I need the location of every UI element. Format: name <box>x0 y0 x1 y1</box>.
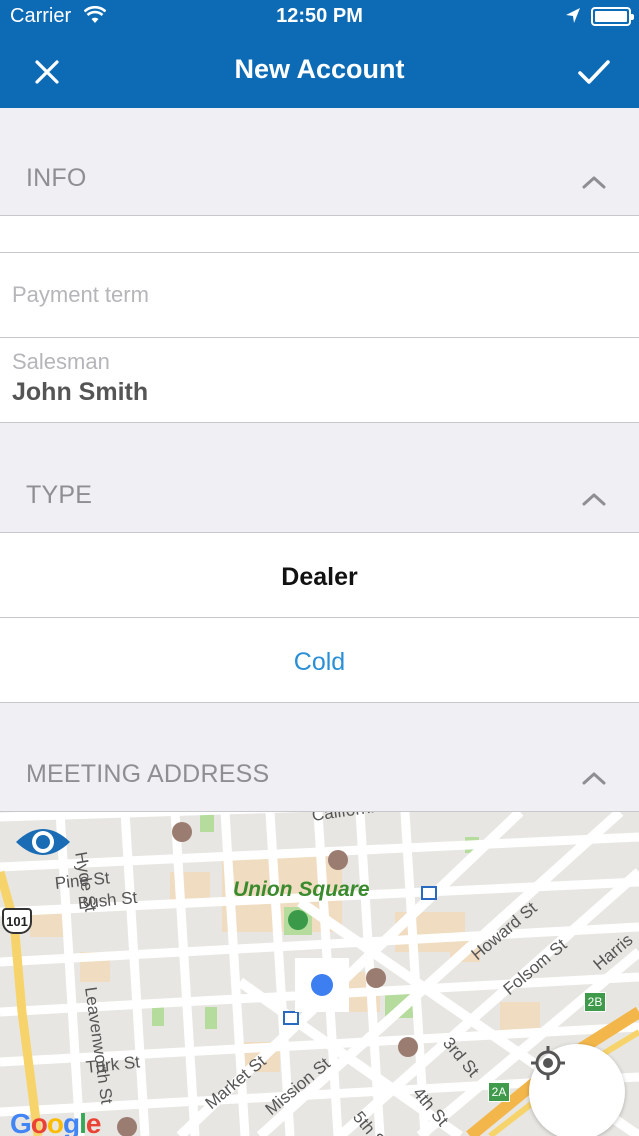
chevron-up-icon <box>582 176 606 189</box>
location-dot <box>311 974 333 996</box>
chevron-up-icon <box>582 493 606 506</box>
status-bar: Carrier 12:50 PM <box>0 0 639 34</box>
exit-badge: 2A <box>488 1082 510 1102</box>
meeting-address-map[interactable]: California Hyde St Pine St Bush St Leave… <box>0 812 639 1136</box>
battery-icon <box>591 7 634 26</box>
section-label-type: TYPE <box>26 481 93 509</box>
visibility-toggle-button[interactable] <box>14 822 72 862</box>
type-option-cold[interactable]: Cold <box>0 618 639 703</box>
type-option-dealer[interactable]: Dealer <box>0 533 639 618</box>
section-label-meeting-address: MEETING ADDRESS <box>26 760 270 788</box>
save-button[interactable] <box>572 52 616 92</box>
current-location-marker <box>295 958 349 1012</box>
page-title: New Account <box>234 54 405 84</box>
chevron-up-icon <box>582 772 606 785</box>
salesman-label: Salesman <box>12 349 110 374</box>
section-header-info[interactable]: INFO <box>0 108 639 216</box>
clock: 12:50 PM <box>276 5 363 27</box>
location-arrow-icon <box>566 8 580 23</box>
section-label-info: INFO <box>26 164 87 192</box>
checkmark-icon <box>578 60 610 84</box>
eye-icon <box>16 829 70 855</box>
section-header-meeting-address[interactable]: MEETING ADDRESS <box>0 703 639 812</box>
crosshair-icon <box>531 1046 565 1080</box>
top-bar: Carrier 12:50 PM New Account <box>0 0 639 108</box>
my-location-button[interactable] <box>529 1044 625 1136</box>
highway-shield: 101 <box>2 908 32 934</box>
salesman-field[interactable]: Salesman John Smith <box>0 338 639 423</box>
map-label-union-square: Union Square <box>233 878 370 901</box>
info-empty-row[interactable] <box>0 216 639 253</box>
type-option-label: Dealer <box>281 563 358 591</box>
section-header-type[interactable]: TYPE <box>0 423 639 533</box>
google-logo: Google <box>10 1108 101 1136</box>
payment-term-field[interactable]: Payment term <box>0 253 639 338</box>
nav-bar: New Account <box>0 34 639 108</box>
type-option-label: Cold <box>293 648 346 676</box>
exit-badge: 2B <box>584 992 606 1012</box>
payment-term-placeholder: Payment term <box>12 282 149 307</box>
salesman-value: John Smith <box>12 378 149 406</box>
